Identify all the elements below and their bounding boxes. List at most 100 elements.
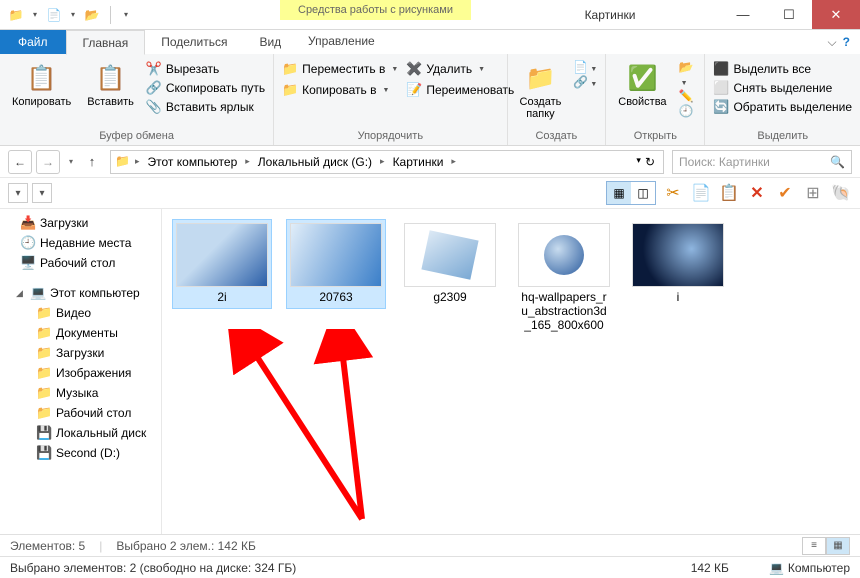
organize-dropdown[interactable]: ▾ — [8, 183, 28, 203]
thumbnail — [404, 223, 496, 287]
tree-videos[interactable]: 📁Видео — [0, 303, 161, 323]
tree-localdisk[interactable]: 💾Локальный диск — [0, 423, 161, 443]
include-dropdown[interactable]: ▾ — [32, 183, 52, 203]
tab-manage[interactable]: Управление — [292, 30, 391, 52]
status-bar: Элементов: 5 | Выбрано 2 элем.: 142 КБ ≡… — [0, 534, 860, 556]
qat-dropdown[interactable]: ▾ — [30, 8, 40, 22]
newfolder-icon: 📁 — [524, 62, 556, 94]
cut-button[interactable]: ✂️Вырезать — [146, 60, 265, 78]
file-item[interactable]: g2309 — [400, 219, 500, 309]
moveto-button[interactable]: 📁Переместить в▼ — [282, 60, 398, 78]
tree-pictures[interactable]: 📁Изображения — [0, 363, 161, 383]
copy-label: Копировать — [12, 96, 71, 108]
selectnone-button[interactable]: ⬜Снять выделение — [713, 79, 852, 97]
bc-folder[interactable]: Картинки — [389, 155, 448, 169]
qat-menu[interactable]: ▾ — [121, 8, 131, 22]
search-placeholder: Поиск: Картинки — [679, 155, 770, 169]
tree-thispc[interactable]: ◢💻Этот компьютер — [0, 283, 161, 303]
open-group-label: Открыть — [614, 128, 696, 145]
rename-button[interactable]: 📝Переименовать — [406, 81, 514, 99]
file-item[interactable]: i — [628, 219, 728, 309]
tab-file[interactable]: Файл — [0, 30, 66, 54]
newfolder-button[interactable]: 📁 Создать папку — [516, 60, 566, 122]
copypath-button[interactable]: 🔗Скопировать путь — [146, 79, 265, 97]
file-item[interactable]: hq-wallpapers_ru_abstraction3d_165_800x6… — [514, 219, 614, 336]
tree-desktop2[interactable]: 📁Рабочий стол — [0, 403, 161, 423]
preview-tool[interactable]: ⊞ — [802, 182, 824, 204]
tree-item-label: Загрузки — [56, 346, 104, 360]
shell-tool[interactable]: 🐚 — [830, 182, 852, 204]
tab-home[interactable]: Главная — [66, 30, 146, 55]
help-button[interactable]: ? — [843, 35, 850, 49]
bc-thispc[interactable]: Этот компьютер — [144, 155, 242, 169]
paste-icon: 📋 — [95, 62, 127, 94]
navigation-tree[interactable]: 📥Загрузки 🕘Недавние места 🖥️Рабочий стол… — [0, 209, 162, 534]
status-bar-2: Выбрано элементов: 2 (свободно на диске:… — [0, 556, 860, 578]
confirm-tool[interactable]: ✔ — [774, 182, 796, 204]
copy-tool[interactable]: 📄 — [690, 182, 712, 204]
toolbar-strip: ▾ ▾ ▦ ◫ ✂ 📄 📋 ✕ ✔ ⊞ 🐚 — [0, 178, 860, 208]
search-box[interactable]: Поиск: Картинки 🔍 — [672, 150, 852, 174]
maximize-button[interactable]: ☐ — [766, 0, 812, 29]
clipboard-group-label: Буфер обмена — [8, 128, 265, 145]
pastelink-button[interactable]: 📎Вставить ярлык — [146, 98, 265, 116]
delete-tool[interactable]: ✕ — [746, 182, 768, 204]
paste-button[interactable]: 📋 Вставить — [83, 60, 138, 110]
qat-doc-dd[interactable]: ▾ — [68, 8, 78, 22]
invertsel-button[interactable]: 🔄Обратить выделение — [713, 98, 852, 116]
preview-button[interactable]: ◫ — [631, 182, 655, 204]
bc-arrow[interactable]: ▸ — [378, 156, 387, 167]
icons-view-button[interactable]: ▦ — [607, 182, 631, 204]
minimize-button[interactable]: — — [720, 0, 766, 29]
edit-icon[interactable]: ✏️ — [679, 89, 697, 103]
bc-arrow[interactable]: ▸ — [133, 156, 142, 167]
up-button[interactable]: ↑ — [82, 152, 102, 172]
tree-second[interactable]: 💾Second (D:) — [0, 443, 161, 463]
tree-desktop[interactable]: 🖥️Рабочий стол — [0, 253, 161, 273]
easyaccess-icon[interactable]: 🔗▼ — [573, 75, 597, 89]
cut-label: Вырезать — [166, 62, 219, 76]
close-button[interactable]: ✕ — [812, 0, 860, 29]
breadcrumb[interactable]: 📁 ▸ Этот компьютер ▸ Локальный диск (G:)… — [110, 150, 664, 174]
bc-arrow[interactable]: ▸ — [449, 156, 458, 167]
expand-icon[interactable]: ◢ — [16, 288, 26, 299]
cut-tool[interactable]: ✂ — [662, 182, 684, 204]
open-folder-icon[interactable]: 📂 — [84, 7, 100, 23]
tree-recent[interactable]: 🕘Недавние места — [0, 233, 161, 253]
tab-view[interactable]: Вид — [243, 30, 297, 54]
openwith-icon[interactable]: 📂▼ — [679, 60, 697, 88]
newitem-icon[interactable]: 📄▼ — [573, 60, 597, 74]
forward-button[interactable]: → — [36, 150, 60, 174]
bc-dropdown[interactable]: ▾ — [636, 155, 641, 169]
tree-downloads[interactable]: 📥Загрузки — [0, 213, 161, 233]
collapse-ribbon-button[interactable]: ⌵ — [828, 35, 837, 50]
paste-tool[interactable]: 📋 — [718, 182, 740, 204]
properties-button[interactable]: ✅ Свойства — [614, 60, 670, 110]
selection-count: Выбрано 2 элем.: 142 КБ — [116, 539, 256, 553]
file-item[interactable]: 2i — [172, 219, 272, 309]
tree-downloads2[interactable]: 📁Загрузки — [0, 343, 161, 363]
history-dropdown[interactable]: ▾ — [64, 150, 78, 174]
rename-label: Переименовать — [426, 83, 514, 97]
details-view-button[interactable]: ≡ — [802, 537, 826, 555]
group-new: 📁 Создать папку 📄▼ 🔗▼ Создать — [508, 54, 607, 145]
copyto-button[interactable]: 📁Копировать в▼ — [282, 81, 398, 99]
tree-music[interactable]: 📁Музыка — [0, 383, 161, 403]
back-button[interactable]: ← — [8, 150, 32, 174]
icons-view-button[interactable]: ▦ — [826, 537, 850, 555]
refresh-button[interactable]: ↻ — [645, 155, 655, 169]
group-organize: 📁Переместить в▼ 📁Копировать в▼ ✖️Удалить… — [274, 54, 507, 145]
selectall-button[interactable]: ⬛Выделить все — [713, 60, 852, 78]
tree-documents[interactable]: 📁Документы — [0, 323, 161, 343]
selectnone-label: Снять выделение — [733, 81, 832, 95]
tab-share[interactable]: Поделиться — [145, 30, 243, 54]
document-icon[interactable]: 📄 — [46, 7, 62, 23]
copy-button[interactable]: 📋 Копировать — [8, 60, 75, 110]
file-item[interactable]: 20763 — [286, 219, 386, 309]
bc-arrow[interactable]: ▸ — [243, 156, 252, 167]
file-list[interactable]: 2i 20763 g2309 hq-wallpapers_ru_abstract… — [162, 209, 860, 534]
computer-indicator: 💻 Компьютер — [769, 561, 850, 575]
delete-button[interactable]: ✖️Удалить▼ — [406, 60, 514, 78]
history-icon[interactable]: 🕘 — [679, 104, 697, 118]
bc-drive[interactable]: Локальный диск (G:) — [254, 155, 376, 169]
